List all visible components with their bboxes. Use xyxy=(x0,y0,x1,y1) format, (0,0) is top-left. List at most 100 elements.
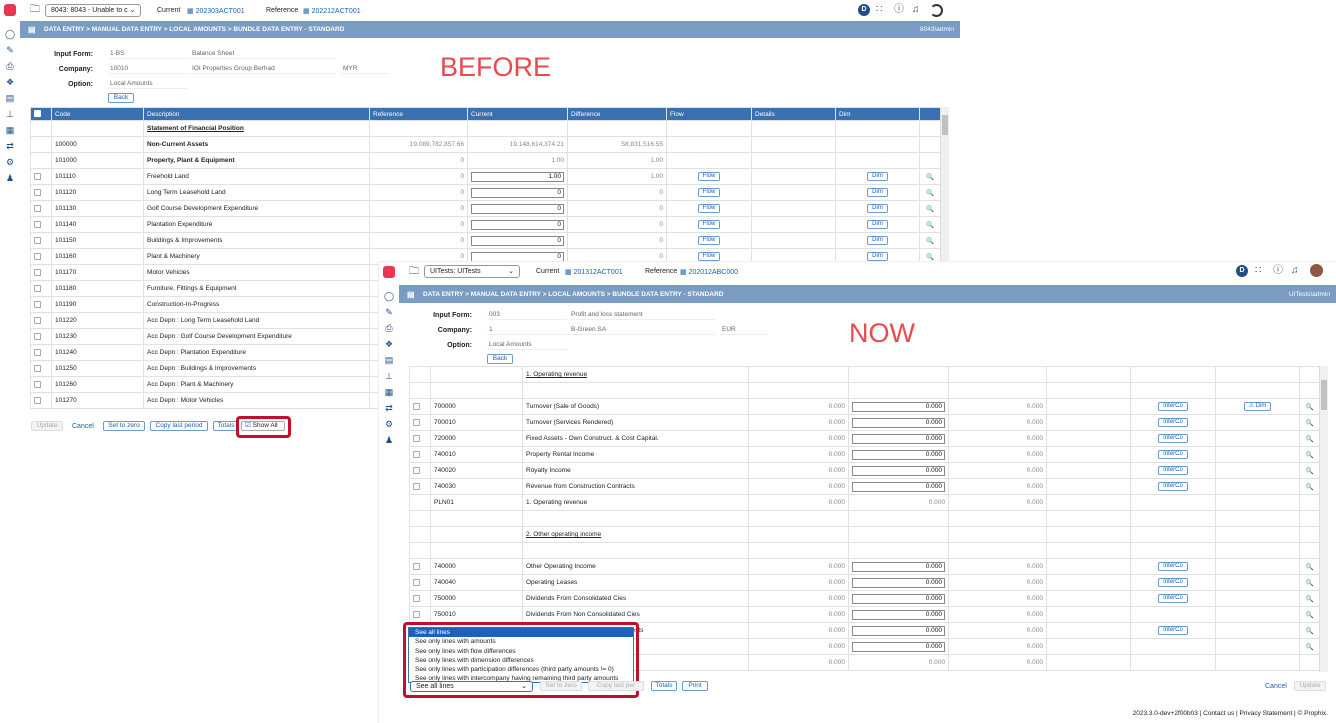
row-search[interactable]: 🔍 xyxy=(1299,398,1320,415)
row-checkbox[interactable] xyxy=(30,264,52,281)
search-icon[interactable]: 🔍 xyxy=(1305,596,1313,603)
nav-settings-icon[interactable]: ⚙ xyxy=(384,419,395,430)
row-current-input[interactable]: 0.000 xyxy=(848,462,949,479)
dim-button[interactable]: Dim xyxy=(867,252,888,261)
row-checkbox[interactable] xyxy=(409,430,431,447)
update-button[interactable]: Update xyxy=(31,421,63,431)
nav-print-icon[interactable]: ⎙ xyxy=(5,61,16,72)
row-current-input[interactable]: 1.00 xyxy=(467,168,568,185)
apps-grid-icon[interactable]: ∷ xyxy=(876,3,882,16)
current-amount-field[interactable]: 0.000 xyxy=(852,417,945,428)
nav-users-icon[interactable]: ♟ xyxy=(384,435,395,446)
select-all-checkbox[interactable] xyxy=(30,107,52,121)
row-current-input[interactable]: 0.000 xyxy=(848,414,949,431)
current-amount-field[interactable]: 0 xyxy=(471,187,564,198)
back-button[interactable]: Back xyxy=(108,93,134,103)
search-icon[interactable]: 🔍 xyxy=(1305,564,1313,571)
nav-report-icon[interactable]: ▤ xyxy=(384,355,395,366)
current-period-link[interactable]: ▦ 201312ACT001 xyxy=(565,268,623,276)
row-checkbox[interactable] xyxy=(30,344,52,361)
row-search[interactable]: 🔍 xyxy=(1299,430,1320,447)
update-button[interactable]: Update xyxy=(1294,681,1326,691)
search-icon[interactable]: 🔍 xyxy=(1305,484,1313,491)
interco-button[interactable]: InterCo xyxy=(1158,418,1188,427)
current-amount-field[interactable]: 0.000 xyxy=(852,641,945,652)
current-amount-field[interactable]: 1.00 xyxy=(471,171,564,182)
help-icon[interactable]: ⓘ xyxy=(894,3,904,16)
col-description[interactable]: Description xyxy=(143,107,370,121)
search-icon[interactable]: 🔍 xyxy=(1305,580,1313,587)
row-current-input[interactable]: 0.000 xyxy=(848,622,949,639)
row-current-input[interactable]: 0.000 xyxy=(848,590,949,607)
col-flow[interactable]: Flow xyxy=(666,107,752,121)
search-icon[interactable]: 🔍 xyxy=(926,206,934,213)
totals-button[interactable]: Totals xyxy=(651,681,677,691)
current-amount-field[interactable]: 0.000 xyxy=(852,433,945,444)
nav-dashboard-icon[interactable]: ◯ xyxy=(384,291,395,302)
row-current-input[interactable]: 0.000 xyxy=(848,638,949,655)
interco-button[interactable]: InterCo xyxy=(1158,626,1188,635)
row-checkbox[interactable] xyxy=(30,296,52,313)
search-icon[interactable]: 🔍 xyxy=(1305,404,1313,411)
search-icon[interactable]: 🔍 xyxy=(1305,468,1313,475)
current-amount-field[interactable]: 0.000 xyxy=(852,449,945,460)
row-current-input[interactable]: 0.000 xyxy=(848,430,949,447)
row-search[interactable]: 🔍 xyxy=(1299,414,1320,431)
reference-period-link[interactable]: ▦ 202212ACT001 xyxy=(303,7,361,15)
current-amount-field[interactable]: 0 xyxy=(471,235,564,246)
row-search[interactable]: 🔍 xyxy=(1299,574,1320,591)
interco-button[interactable]: InterCo xyxy=(1158,594,1188,603)
app-logo[interactable] xyxy=(383,266,395,278)
nav-entry-icon[interactable]: ✎ xyxy=(384,307,395,318)
cancel-link[interactable]: Cancel xyxy=(1265,683,1287,690)
nav-org-icon[interactable]: ⊥ xyxy=(5,109,16,120)
row-checkbox[interactable] xyxy=(30,280,52,297)
nav-entry-icon[interactable]: ✎ xyxy=(5,45,16,56)
col-current[interactable]: Current xyxy=(467,107,568,121)
search-icon[interactable]: 🔍 xyxy=(926,174,934,181)
bell-icon[interactable]: ♫ xyxy=(1291,264,1299,277)
row-checkbox[interactable] xyxy=(30,216,52,233)
row-checkbox[interactable] xyxy=(409,398,431,415)
nav-network-icon[interactable]: ❖ xyxy=(5,77,16,88)
current-period-link[interactable]: ▦ 202303ACT001 xyxy=(187,7,245,15)
row-checkbox[interactable] xyxy=(30,248,52,265)
row-search[interactable]: 🔍 xyxy=(919,200,941,217)
dim-button[interactable]: ⚠ Dim xyxy=(1243,402,1272,411)
search-icon[interactable]: 🔍 xyxy=(926,238,934,245)
current-amount-field[interactable]: 0.000 xyxy=(852,401,945,412)
version-footer[interactable]: 2023.3.0-dev+2f00b03 | Contact us | Priv… xyxy=(1133,710,1328,717)
interco-button[interactable]: InterCo xyxy=(1158,578,1188,587)
row-current-input[interactable]: 0 xyxy=(467,184,568,201)
nav-calendar-icon[interactable]: ▦ xyxy=(5,125,16,136)
interco-button[interactable]: InterCo xyxy=(1158,562,1188,571)
row-checkbox[interactable] xyxy=(409,590,431,607)
row-checkbox[interactable] xyxy=(30,328,52,345)
row-current-input[interactable]: 0.000 xyxy=(848,446,949,463)
folder-icon[interactable]: 🗀 xyxy=(409,265,419,278)
app-logo[interactable] xyxy=(4,4,16,16)
dim-button[interactable]: Dim xyxy=(867,236,888,245)
row-search[interactable]: 🔍 xyxy=(1299,606,1320,623)
reference-period-link[interactable]: ▦ 202012ABC000 xyxy=(680,268,738,276)
row-checkbox[interactable] xyxy=(409,606,431,623)
row-checkbox[interactable] xyxy=(409,414,431,431)
interco-button[interactable]: InterCo xyxy=(1158,402,1188,411)
col-difference[interactable]: Difference xyxy=(567,107,667,121)
row-search[interactable]: 🔍 xyxy=(1299,622,1320,639)
nav-transfer-icon[interactable]: ⇄ xyxy=(5,141,16,152)
search-icon[interactable]: 🔍 xyxy=(1305,644,1313,651)
nav-users-icon[interactable]: ♟ xyxy=(5,173,16,184)
interco-button[interactable]: InterCo xyxy=(1158,482,1188,491)
dim-button[interactable]: Dim xyxy=(867,188,888,197)
current-amount-field[interactable]: 0.000 xyxy=(852,625,945,636)
row-checkbox[interactable] xyxy=(30,360,52,377)
dim-button[interactable]: Dim xyxy=(867,220,888,229)
bell-icon[interactable]: ♫ xyxy=(912,3,920,16)
row-current-input[interactable]: 0 xyxy=(467,200,568,217)
flow-button[interactable]: Flow xyxy=(697,172,721,181)
current-amount-field[interactable]: 0.000 xyxy=(852,609,945,620)
copy-last-period-button[interactable]: Copy last per xyxy=(588,681,644,691)
nav-transfer-icon[interactable]: ⇄ xyxy=(384,403,395,414)
row-checkbox[interactable] xyxy=(409,446,431,463)
